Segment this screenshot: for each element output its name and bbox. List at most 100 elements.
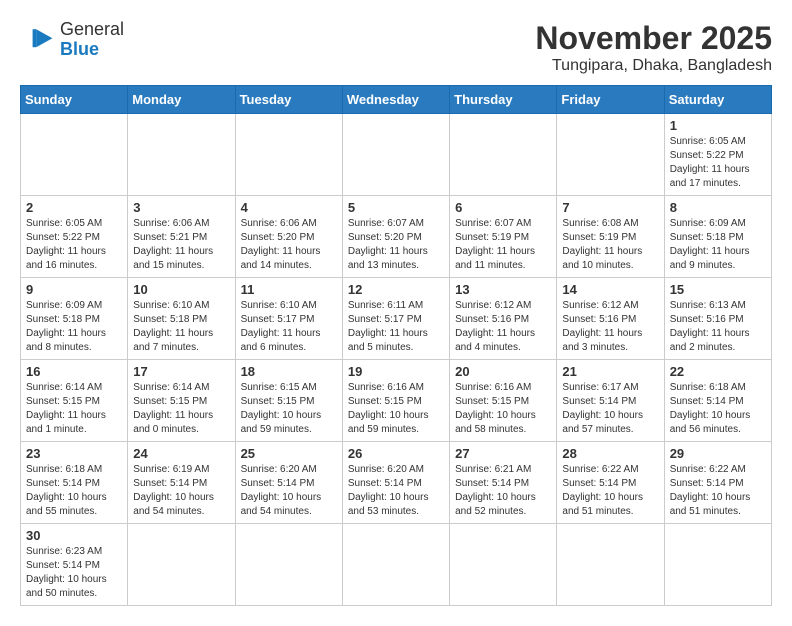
calendar-week-row: 23 Sunrise: 6:18 AM Sunset: 5:14 PM Dayli… [21,442,772,524]
calendar-day-cell [450,114,557,196]
day-info: Sunrise: 6:18 AM Sunset: 5:14 PM Dayligh… [670,381,766,437]
day-info: Sunrise: 6:16 AM Sunset: 5:15 PM Dayligh… [348,381,444,437]
day-number: 6 [455,200,551,215]
day-info: Sunrise: 6:22 AM Sunset: 5:14 PM Dayligh… [670,463,766,519]
calendar-header-thursday: Thursday [450,86,557,114]
calendar-day-cell [557,524,664,606]
calendar-week-row: 1Sunrise: 6:05 AM Sunset: 5:22 PM Daylig… [21,114,772,196]
calendar-day-cell: 14 Sunrise: 6:12 AM Sunset: 5:16 PM Dayli… [557,278,664,360]
day-info: Sunrise: 6:07 AM Sunset: 5:19 PM Dayligh… [455,217,551,273]
calendar-week-row: 16 Sunrise: 6:14 AM Sunset: 5:15 PM Dayli… [21,360,772,442]
calendar-day-cell [235,524,342,606]
calendar-day-cell: 22Sunrise: 6:18 AM Sunset: 5:14 PM Dayli… [664,360,771,442]
day-number: 1 [670,118,766,133]
day-info: Sunrise: 6:21 AM Sunset: 5:14 PM Dayligh… [455,463,551,519]
logo: General Blue [20,20,124,60]
calendar-day-cell: 1Sunrise: 6:05 AM Sunset: 5:22 PM Daylig… [664,114,771,196]
day-number: 17 [133,364,229,379]
day-info: Sunrise: 6:23 AM Sunset: 5:14 PM Dayligh… [26,545,122,601]
day-number: 3 [133,200,229,215]
day-number: 10 [133,282,229,297]
calendar-day-cell: 9 Sunrise: 6:09 AM Sunset: 5:18 PM Daylig… [21,278,128,360]
day-info: Sunrise: 6:18 AM Sunset: 5:14 PM Dayligh… [26,463,122,519]
calendar-day-cell: 27Sunrise: 6:21 AM Sunset: 5:14 PM Dayli… [450,442,557,524]
day-info: Sunrise: 6:06 AM Sunset: 5:20 PM Dayligh… [241,217,337,273]
calendar-header-saturday: Saturday [664,86,771,114]
calendar-day-cell: 16Sunrise: 6:14 AM Sunset: 5:15 PM Dayli… [21,360,128,442]
day-number: 28 [562,446,658,461]
day-number: 20 [455,364,551,379]
calendar-header-wednesday: Wednesday [342,86,449,114]
day-info: Sunrise: 6:05 AM Sunset: 5:22 PM Dayligh… [26,217,122,273]
calendar-day-cell: 23 Sunrise: 6:18 AM Sunset: 5:14 PM Dayli… [21,442,128,524]
calendar-day-cell: 5 Sunrise: 6:07 AM Sunset: 5:20 PM Daylig… [342,196,449,278]
logo-icon [20,22,56,58]
day-number: 24 [133,446,229,461]
day-number: 5 [348,200,444,215]
calendar-day-cell: 25Sunrise: 6:20 AM Sunset: 5:14 PM Dayli… [235,442,342,524]
day-number: 21 [562,364,658,379]
calendar-day-cell [128,524,235,606]
day-info: Sunrise: 6:22 AM Sunset: 5:14 PM Dayligh… [562,463,658,519]
day-number: 14 [562,282,658,297]
day-info: Sunrise: 6:10 AM Sunset: 5:18 PM Dayligh… [133,299,229,355]
day-number: 23 [26,446,122,461]
calendar-day-cell: 10 Sunrise: 6:10 AM Sunset: 5:18 PM Dayli… [128,278,235,360]
calendar-day-cell: 20 Sunrise: 6:16 AM Sunset: 5:15 PM Dayli… [450,360,557,442]
day-info: Sunrise: 6:08 AM Sunset: 5:19 PM Dayligh… [562,217,658,273]
day-info: Sunrise: 6:07 AM Sunset: 5:20 PM Dayligh… [348,217,444,273]
calendar-header-sunday: Sunday [21,86,128,114]
calendar-day-cell: 17 Sunrise: 6:14 AM Sunset: 5:15 PM Dayli… [128,360,235,442]
calendar-day-cell: 3 Sunrise: 6:06 AM Sunset: 5:21 PM Daylig… [128,196,235,278]
day-number: 9 [26,282,122,297]
calendar-day-cell: 26 Sunrise: 6:20 AM Sunset: 5:14 PM Dayli… [342,442,449,524]
day-info: Sunrise: 6:06 AM Sunset: 5:21 PM Dayligh… [133,217,229,273]
calendar-day-cell: 30 Sunrise: 6:23 AM Sunset: 5:14 PM Dayli… [21,524,128,606]
title-area: November 2025 Tungipara, Dhaka, Banglade… [535,20,772,75]
day-number: 2 [26,200,122,215]
calendar-day-cell: 21Sunrise: 6:17 AM Sunset: 5:14 PM Dayli… [557,360,664,442]
day-info: Sunrise: 6:15 AM Sunset: 5:15 PM Dayligh… [241,381,337,437]
calendar-day-cell [342,524,449,606]
calendar-day-cell: 13Sunrise: 6:12 AM Sunset: 5:16 PM Dayli… [450,278,557,360]
day-number: 16 [26,364,122,379]
calendar-week-row: 30 Sunrise: 6:23 AM Sunset: 5:14 PM Dayli… [21,524,772,606]
calendar-day-cell: 28 Sunrise: 6:22 AM Sunset: 5:14 PM Dayli… [557,442,664,524]
header: General Blue November 2025 Tungipara, Dh… [20,20,772,75]
day-info: Sunrise: 6:13 AM Sunset: 5:16 PM Dayligh… [670,299,766,355]
day-number: 19 [348,364,444,379]
day-info: Sunrise: 6:09 AM Sunset: 5:18 PM Dayligh… [26,299,122,355]
calendar-day-cell [664,524,771,606]
day-info: Sunrise: 6:12 AM Sunset: 5:16 PM Dayligh… [455,299,551,355]
day-info: Sunrise: 6:12 AM Sunset: 5:16 PM Dayligh… [562,299,658,355]
day-info: Sunrise: 6:10 AM Sunset: 5:17 PM Dayligh… [241,299,337,355]
day-number: 26 [348,446,444,461]
calendar-week-row: 9 Sunrise: 6:09 AM Sunset: 5:18 PM Daylig… [21,278,772,360]
calendar-header-tuesday: Tuesday [235,86,342,114]
day-info: Sunrise: 6:16 AM Sunset: 5:15 PM Dayligh… [455,381,551,437]
calendar-day-cell: 7 Sunrise: 6:08 AM Sunset: 5:19 PM Daylig… [557,196,664,278]
calendar-header-monday: Monday [128,86,235,114]
calendar-day-cell [128,114,235,196]
day-number: 30 [26,528,122,543]
day-number: 18 [241,364,337,379]
calendar-day-cell [557,114,664,196]
calendar-day-cell: 12 Sunrise: 6:11 AM Sunset: 5:17 PM Dayli… [342,278,449,360]
day-info: Sunrise: 6:20 AM Sunset: 5:14 PM Dayligh… [348,463,444,519]
day-number: 12 [348,282,444,297]
day-info: Sunrise: 6:09 AM Sunset: 5:18 PM Dayligh… [670,217,766,273]
day-number: 11 [241,282,337,297]
calendar-day-cell [235,114,342,196]
location: Tungipara, Dhaka, Bangladesh [535,57,772,75]
day-info: Sunrise: 6:11 AM Sunset: 5:17 PM Dayligh… [348,299,444,355]
calendar-header-friday: Friday [557,86,664,114]
day-info: Sunrise: 6:14 AM Sunset: 5:15 PM Dayligh… [133,381,229,437]
calendar-day-cell: 24Sunrise: 6:19 AM Sunset: 5:14 PM Dayli… [128,442,235,524]
day-number: 29 [670,446,766,461]
day-number: 15 [670,282,766,297]
day-number: 4 [241,200,337,215]
calendar-day-cell: 11 Sunrise: 6:10 AM Sunset: 5:17 PM Dayli… [235,278,342,360]
day-number: 7 [562,200,658,215]
calendar-day-cell [21,114,128,196]
calendar-header-row: SundayMondayTuesdayWednesdayThursdayFrid… [21,86,772,114]
